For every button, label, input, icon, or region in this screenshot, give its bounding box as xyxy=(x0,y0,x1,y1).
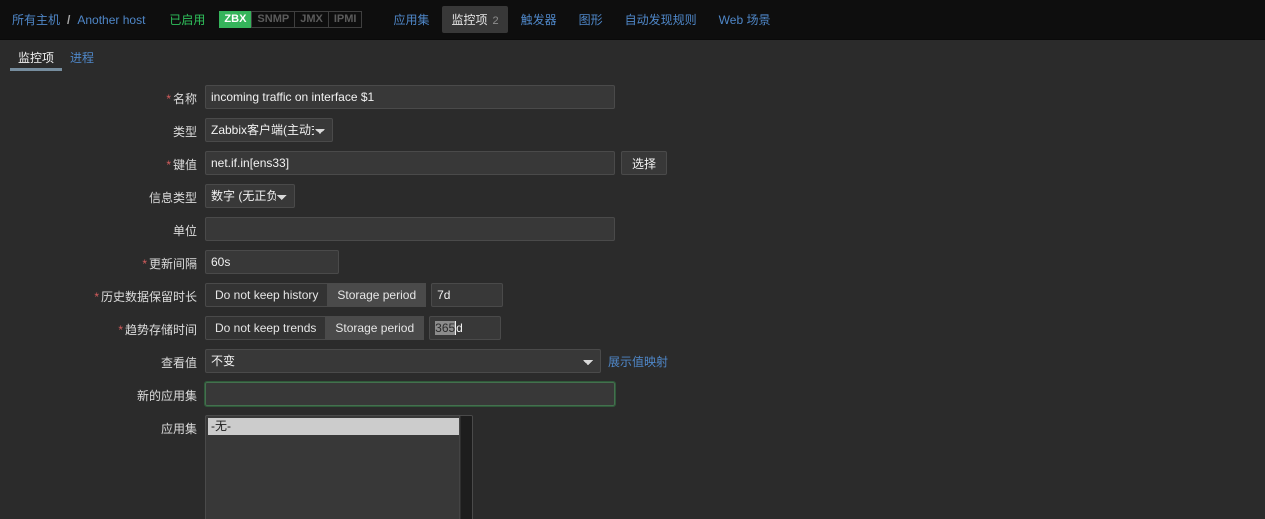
nav-item-label: 应用集 xyxy=(393,13,430,27)
interface-badge-snmp: SNMP xyxy=(251,11,296,28)
item-form: *名称 类型 Zabbix客户端(主动式) *键值 选择 信息类型 xyxy=(10,75,1265,519)
required-marker: * xyxy=(166,158,171,172)
applications-scrollbar-thumb[interactable] xyxy=(461,416,472,519)
form-row-type: 类型 Zabbix客户端(主动式) xyxy=(10,118,1265,142)
label-text: 更新间隔 xyxy=(148,257,197,271)
label-units: 单位 xyxy=(10,217,205,239)
form-row-applications: 应用集 -无- xyxy=(10,415,1265,519)
label-text: 新的应用集 xyxy=(136,389,197,403)
active-tab-underline xyxy=(10,68,62,71)
new-application-input[interactable] xyxy=(204,381,616,407)
label-text: 历史数据保留时长 xyxy=(100,290,197,304)
form-row-trends: * 趋势存储时间 Do not keep trends Storage perio… xyxy=(10,316,1265,340)
interface-badge-zbx[interactable]: ZBX xyxy=(219,11,252,28)
required-marker: * xyxy=(94,290,99,304)
nav-item-label: 图形 xyxy=(578,13,603,27)
nav-item-triggers[interactable]: 触发器 xyxy=(512,6,566,33)
required-marker: * xyxy=(118,323,123,337)
applications-listbox[interactable]: -无- xyxy=(205,415,473,519)
trends-period-input[interactable]: 365 d xyxy=(429,316,502,340)
label-text: 单位 xyxy=(172,224,197,238)
label-new-application: 新的应用集 xyxy=(10,382,205,404)
history-do-not-keep-button[interactable]: Do not keep history xyxy=(205,283,329,307)
key-select-button[interactable]: 选择 xyxy=(621,151,668,175)
header-bar: 所有主机 / Another host 已启用 ZBX SNMP JMX IPM… xyxy=(0,0,1265,40)
trends-do-not-keep-button[interactable]: Do not keep trends xyxy=(205,316,327,340)
nav-item-count: 2 xyxy=(492,15,499,27)
host-status-badge[interactable]: 已启用 xyxy=(169,11,205,28)
key-input[interactable] xyxy=(205,151,615,175)
applications-option-none[interactable]: -无- xyxy=(208,418,470,435)
nav-item-discovery-rules[interactable]: 自动发现规则 xyxy=(616,6,706,33)
label-update-interval: * 更新间隔 xyxy=(10,250,205,272)
nav-item-label: 触发器 xyxy=(520,13,557,27)
show-value-mappings-link[interactable]: 展示值映射 xyxy=(608,353,668,370)
required-marker: * xyxy=(166,92,171,106)
info-type-select[interactable]: 数字 (无正负) xyxy=(205,184,295,208)
history-mode-toggle: Do not keep history Storage period xyxy=(205,283,427,307)
breadcrumb-all-hosts[interactable]: 所有主机 xyxy=(10,11,62,28)
form-row-key: *键值 选择 xyxy=(10,151,1265,175)
nav-item-label: 监控项 xyxy=(451,13,488,27)
nav-item-label: 自动发现规则 xyxy=(624,13,697,27)
label-applications: 应用集 xyxy=(10,415,205,437)
type-select[interactable]: Zabbix客户端(主动式) xyxy=(205,118,333,142)
label-text: 应用集 xyxy=(160,422,197,436)
tab-preprocessing[interactable]: 进程 xyxy=(62,49,102,72)
label-text: 键值 xyxy=(172,158,197,172)
value-map-select[interactable]: 不变 xyxy=(205,349,601,373)
label-value-map: 查看值 xyxy=(10,349,205,371)
form-row-info-type: 信息类型 数字 (无正负) xyxy=(10,184,1265,208)
label-text: 类型 xyxy=(172,125,197,139)
form-row-new-application: 新的应用集 xyxy=(10,381,1265,407)
breadcrumb-separator: / xyxy=(67,12,71,27)
label-type: 类型 xyxy=(10,118,205,140)
label-key: * 键值 xyxy=(10,151,205,173)
label-info-type: 信息类型 xyxy=(10,184,205,206)
label-name: * 名称 xyxy=(10,85,205,107)
units-input[interactable] xyxy=(205,217,615,241)
update-interval-input[interactable] xyxy=(205,250,339,274)
form-row-update-interval: * 更新间隔 xyxy=(10,250,1265,274)
label-trends: * 趋势存储时间 xyxy=(10,316,205,338)
history-period-input[interactable] xyxy=(431,283,504,307)
name-input[interactable] xyxy=(205,85,615,109)
label-text: 查看值 xyxy=(160,356,197,370)
interface-badge-group: ZBX SNMP JMX IPMI xyxy=(219,11,363,28)
nav-item-applications[interactable]: 应用集 xyxy=(384,6,438,33)
trends-mode-toggle: Do not keep trends Storage period xyxy=(205,316,425,340)
nav-item-graphs[interactable]: 图形 xyxy=(570,6,612,33)
nav-item-web-scenarios[interactable]: Web 场景 xyxy=(710,6,780,33)
required-marker: * xyxy=(142,257,147,271)
label-text: 信息类型 xyxy=(148,191,197,205)
form-row-units: 单位 xyxy=(10,217,1265,241)
interface-badge-jmx: JMX xyxy=(295,11,329,28)
form-row-history: * 历史数据保留时长 Do not keep history Storage pe… xyxy=(10,283,1265,307)
nav-item-label: Web 场景 xyxy=(718,13,771,27)
history-storage-period-button[interactable]: Storage period xyxy=(328,283,427,307)
interface-badge-ipmi: IPMI xyxy=(328,11,363,28)
breadcrumb-host[interactable]: Another host xyxy=(75,13,147,27)
label-text: 趋势存储时间 xyxy=(124,323,197,337)
form-row-value-map: 查看值 不变 展示值映射 xyxy=(10,349,1265,373)
trends-period-remaining-text: d xyxy=(456,321,463,335)
applications-scrollbar[interactable] xyxy=(459,416,472,519)
trends-storage-period-button[interactable]: Storage period xyxy=(326,316,425,340)
label-text: 名称 xyxy=(172,92,197,106)
host-nav: 应用集 监控项 2 触发器 图形 自动发现规则 Web 场景 xyxy=(384,6,783,33)
subtab-bar: 监控项 进程 xyxy=(0,49,1265,71)
label-history: * 历史数据保留时长 xyxy=(10,283,205,305)
form-row-name: * 名称 xyxy=(10,85,1265,109)
trends-period-selected-text: 365 xyxy=(435,321,456,335)
nav-item-items[interactable]: 监控项 2 xyxy=(442,6,508,33)
